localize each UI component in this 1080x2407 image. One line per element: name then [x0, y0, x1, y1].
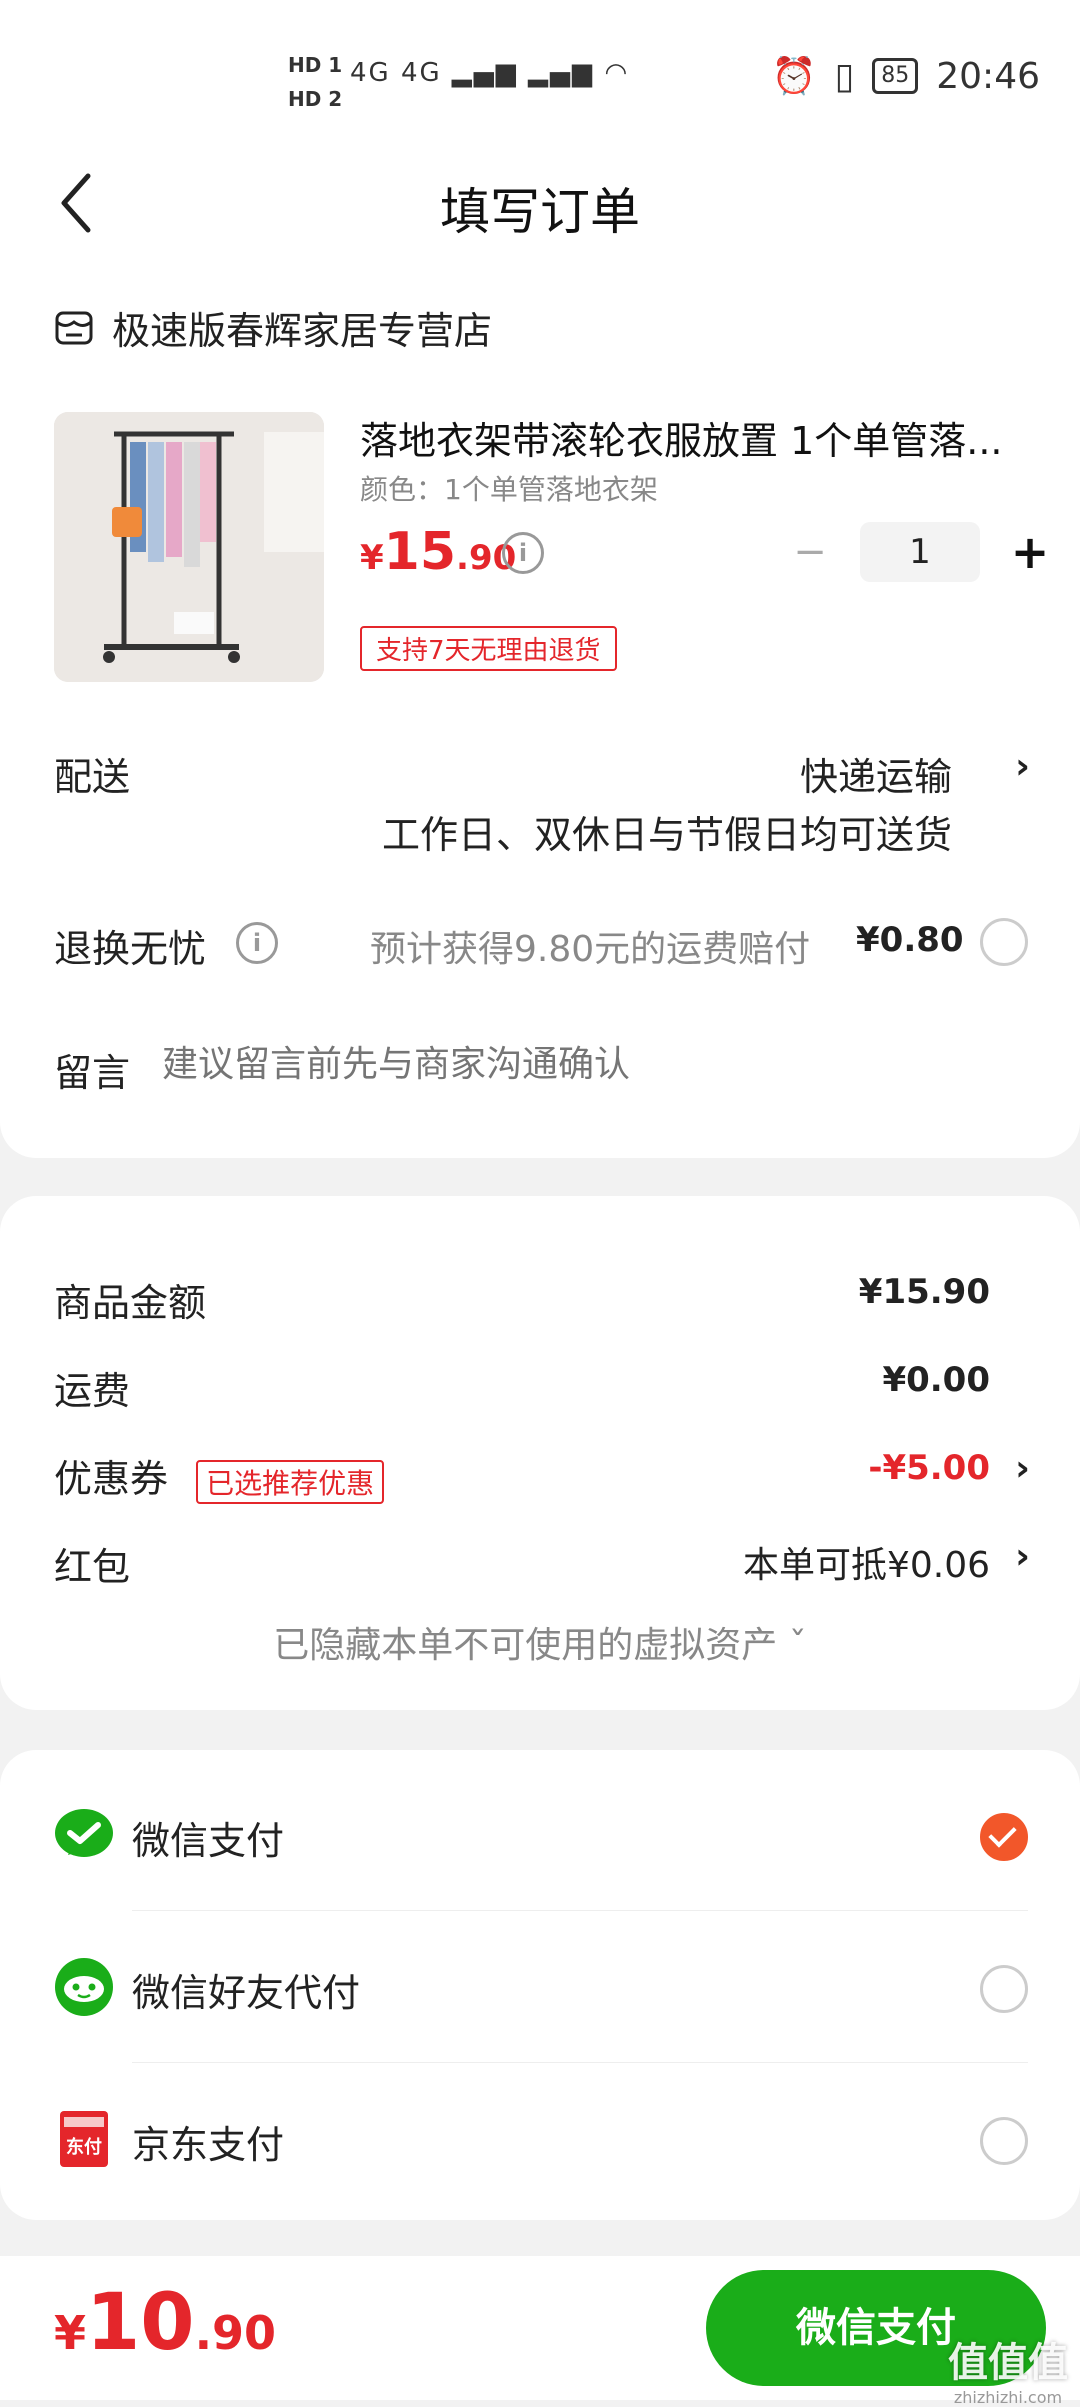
total-decimal: .90 [194, 2306, 277, 2360]
quantity-value[interactable]: 1 [860, 522, 980, 582]
product-spec: 颜色：1个单管落地衣架 [360, 473, 658, 506]
price-integer: 15 [383, 522, 457, 582]
sim2-label: HD 2 [288, 87, 343, 111]
svg-text:东付: 东付 [66, 2136, 102, 2158]
payment-radio-selected[interactable] [980, 1813, 1028, 1861]
sim-indicator: HD 1 HD 2 [288, 48, 342, 116]
quantity-stepper: − 1 + [780, 522, 1060, 582]
return-policy-badge: 支持7天无理由退货 [360, 626, 617, 671]
payment-name: 微信支付 [132, 1819, 285, 1863]
message-input[interactable] [160, 1034, 1024, 1094]
message-label: 留言 [54, 1051, 131, 1095]
payment-option-jd[interactable]: 东付 京东支付 [0, 2064, 1080, 2214]
wifi-icon: ◠ [604, 58, 630, 88]
decrease-button[interactable]: − [780, 529, 840, 575]
battery-indicator: 85 [872, 58, 919, 94]
alarm-icon: ⏰ [771, 56, 817, 97]
clock: 20:46 [936, 55, 1040, 97]
payment-option-wechat-friend[interactable]: 微信好友代付 [0, 1912, 1080, 2062]
clothes-rack-image [54, 412, 324, 682]
order-item-card: 极速版春辉家居专营店 落地衣架带滚轮衣服放置 1个单管落... 颜色：1个单管落… [0, 260, 1080, 1158]
shipping-row: 运费 ¥0.00 [54, 1360, 1030, 1415]
coupon-tag: 已选推荐优惠 [196, 1459, 385, 1504]
price-currency: ¥ [360, 538, 384, 578]
product-title[interactable]: 落地衣架带滚轮衣服放置 1个单管落... [360, 410, 1020, 465]
delivery-label: 配送 [54, 755, 131, 799]
delivery-chevron-icon[interactable]: › [1015, 746, 1030, 787]
coupon-label: 优惠券 [54, 1457, 169, 1501]
network-label: 4G 4G [350, 58, 442, 88]
page-title: 填写订单 [440, 183, 640, 241]
redpacket-value: 本单可抵¥0.06 [742, 1545, 990, 1586]
divider [132, 2062, 1028, 2063]
goods-amount-row: 商品金额 ¥15.90 [54, 1272, 1030, 1327]
vibrate-icon: ▯ [834, 55, 855, 97]
wechat-pay-icon [55, 1809, 113, 1857]
return-insurance-desc: 预计获得9.80元的运费赔付 [370, 929, 811, 970]
network-indicator: 4G 4G ▂▄▆ ▂▄▆ ◠ [350, 58, 629, 88]
payment-methods-card: 微信支付 微信好友代付 东付 京东支付 [0, 1750, 1080, 2220]
wechat-friend-pay-icon [55, 1958, 113, 2016]
header: 填写订单 [0, 150, 1080, 270]
watermark-sub: zhizhizhi.com [953, 2388, 1063, 2407]
increase-button[interactable]: + [1000, 525, 1060, 579]
shipping-label: 运费 [54, 1369, 131, 1413]
coupon-row[interactable]: 优惠券 已选推荐优惠 -¥5.00 [54, 1448, 1030, 1504]
redpacket-chevron-icon[interactable]: › [1015, 1536, 1030, 1577]
price-info-icon[interactable]: i [502, 532, 544, 574]
amount-summary-card: 商品金额 ¥15.90 运费 ¥0.00 优惠券 已选推荐优惠 -¥5.00 ›… [0, 1196, 1080, 1710]
product-image[interactable] [54, 412, 324, 682]
total-price: ¥10.90 [54, 2278, 276, 2368]
return-insurance-info-icon[interactable]: i [236, 922, 278, 964]
goods-amount-value: ¥15.90 [858, 1272, 990, 1312]
payment-radio[interactable] [980, 2117, 1028, 2165]
delivery-method[interactable]: 快递运输 [800, 746, 952, 801]
status-bar: HD 1 HD 2 4G 4G ▂▄▆ ▂▄▆ ◠ ⏰ ▯ 85 20:46 [0, 0, 1080, 150]
hidden-assets-toggle[interactable]: 已隐藏本单不可使用的虚拟资产 ˇ [0, 1616, 1080, 1668]
redpacket-row[interactable]: 红包 本单可抵¥0.06 [54, 1536, 1030, 1591]
coupon-chevron-icon[interactable]: › [1015, 1448, 1030, 1489]
signal-icon: ▂▄▆ ▂▄▆ [451, 58, 595, 88]
watermark-main: 值值值 [948, 2340, 1068, 2386]
store-icon [55, 311, 93, 344]
sim1-label: HD 1 [288, 53, 343, 77]
payment-name: 微信好友代付 [132, 1971, 361, 2015]
total-currency: ¥ [54, 2306, 87, 2360]
divider [132, 1910, 1028, 1911]
product-price: ¥15.90 [360, 522, 516, 582]
total-integer: 10 [86, 2278, 195, 2368]
return-insurance-price: ¥0.80 [856, 920, 964, 960]
payment-option-wechat[interactable]: 微信支付 [0, 1760, 1080, 1910]
payment-name: 京东支付 [132, 2123, 285, 2167]
return-insurance-label: 退换无忧 [54, 927, 207, 971]
goods-amount-label: 商品金额 [54, 1281, 207, 1325]
checkout-bar: ¥10.90 微信支付 [0, 2256, 1080, 2400]
jd-pay-icon: 东付 [60, 2111, 108, 2167]
payment-radio[interactable] [980, 1965, 1028, 2013]
delivery-note: 工作日、双休日与节假日均可送货 [381, 813, 952, 857]
coupon-value: -¥5.00 [868, 1448, 990, 1488]
redpacket-label: 红包 [54, 1545, 131, 1589]
shipping-value: ¥0.00 [882, 1360, 990, 1400]
return-insurance-radio[interactable] [980, 918, 1028, 966]
site-watermark: 值值值 zhizhizhi.com [948, 2330, 1068, 2407]
store-name: 极速版春辉家居专营店 [112, 309, 493, 353]
store-row[interactable]: 极速版春辉家居专营店 [54, 300, 492, 355]
